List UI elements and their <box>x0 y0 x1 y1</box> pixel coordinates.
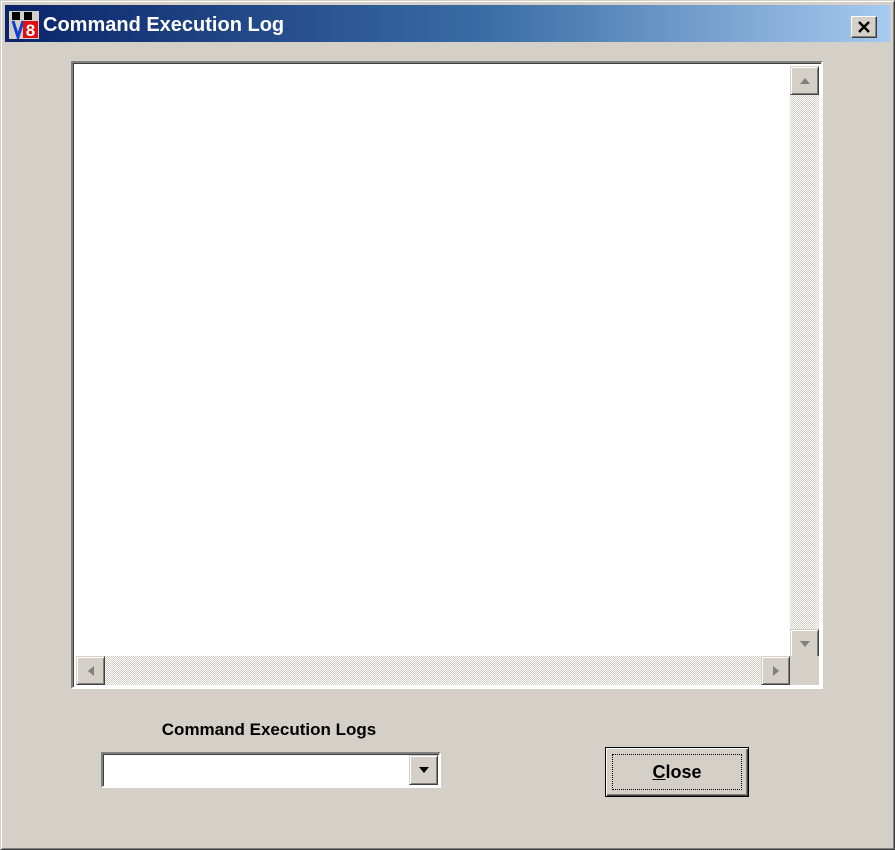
scroll-down-button[interactable] <box>790 629 819 658</box>
log-text-area[interactable] <box>71 61 823 689</box>
arrow-right-icon <box>772 665 779 676</box>
window-title: Command Execution Log <box>43 14 285 36</box>
vertical-scrollbar[interactable] <box>790 66 819 658</box>
close-window-button[interactable] <box>851 16 877 38</box>
logs-selector-label: Command Execution Logs <box>161 720 377 739</box>
scrollbar-corner <box>790 656 819 685</box>
close-button-mnemonic: C <box>652 761 666 782</box>
arrow-up-icon <box>799 77 810 84</box>
scroll-right-button[interactable] <box>761 656 790 685</box>
dropdown-button[interactable] <box>409 755 438 785</box>
close-button-label: lose <box>665 761 702 782</box>
close-button[interactable]: Close <box>605 747 749 797</box>
close-x-icon <box>858 21 870 33</box>
close-button-focus-rect: Close <box>612 754 742 790</box>
scroll-left-button[interactable] <box>76 656 105 685</box>
dropdown-arrow-icon <box>418 767 429 773</box>
svg-text:8: 8 <box>26 21 35 39</box>
app-icon: 8 <box>9 11 39 39</box>
arrow-left-icon <box>87 665 94 676</box>
horizontal-scrollbar[interactable] <box>76 656 790 685</box>
scroll-up-button[interactable] <box>790 66 819 95</box>
command-execution-log-window: 8 Command Execution Log Command Executio… <box>0 0 895 850</box>
log-content <box>77 67 787 653</box>
arrow-down-icon <box>799 640 810 647</box>
logs-selector-dropdown[interactable] <box>101 752 441 788</box>
